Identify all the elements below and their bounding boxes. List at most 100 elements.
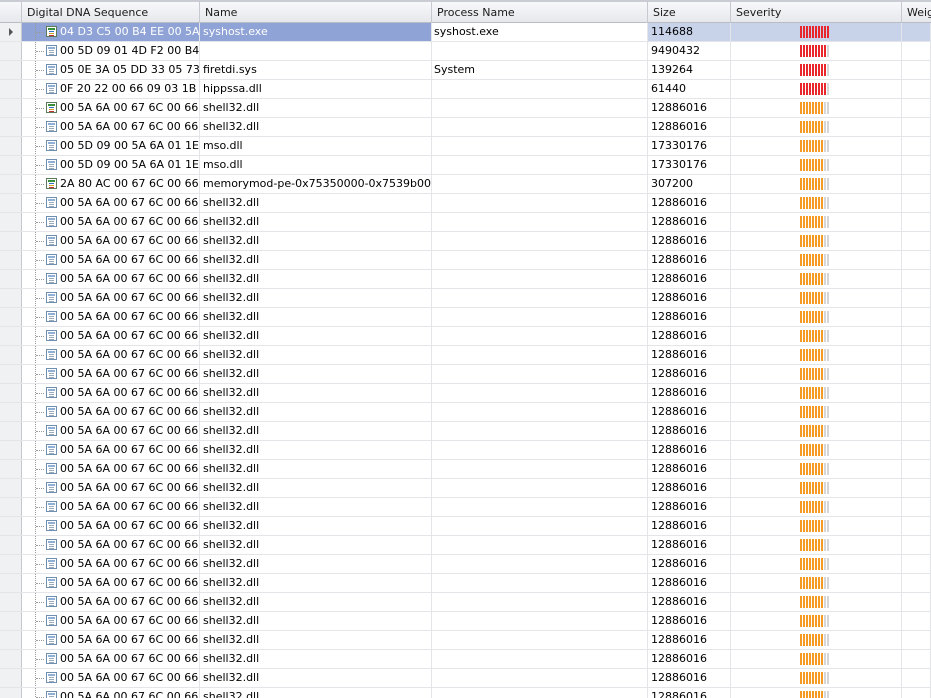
name-cell[interactable]: memorymod-pe-0x75350000-0x7539b000 <box>200 175 432 193</box>
size-cell[interactable]: 12886016 <box>648 688 731 698</box>
dna-sequence-cell[interactable]: 00 5A 6A 00 67 6C 00 66 ... <box>22 308 200 326</box>
table-row[interactable]: 00 5A 6A 00 67 6C 00 66 ... shell32.dll 12… <box>0 669 931 688</box>
name-cell[interactable]: shell32.dll <box>200 498 432 516</box>
dna-results-grid[interactable]: Digital DNA Sequence Name Process Name S… <box>0 0 931 698</box>
table-row[interactable]: 00 5A 6A 00 67 6C 00 66 ... shell32.dll 12… <box>0 118 931 137</box>
weight-cell[interactable] <box>902 251 931 269</box>
process-name-cell[interactable] <box>432 213 648 231</box>
severity-cell[interactable] <box>731 688 902 698</box>
size-cell[interactable]: 12886016 <box>648 289 731 307</box>
dna-sequence-cell[interactable]: 00 5A 6A 00 67 6C 00 66 ... <box>22 346 200 364</box>
dna-sequence-cell[interactable]: 00 5A 6A 00 67 6C 00 66 ... <box>22 403 200 421</box>
process-name-cell[interactable] <box>432 384 648 402</box>
row-indicator[interactable] <box>0 441 22 459</box>
table-row[interactable]: 00 5A 6A 00 67 6C 00 66 ... shell32.dll 12… <box>0 384 931 403</box>
dna-sequence-cell[interactable]: 00 5A 6A 00 67 6C 00 66 ... <box>22 118 200 136</box>
row-indicator[interactable] <box>0 213 22 231</box>
dna-sequence-cell[interactable]: 00 5A 6A 00 67 6C 00 66 ... <box>22 536 200 554</box>
table-row[interactable]: 00 5A 6A 00 67 6C 00 66 ... shell32.dll 12… <box>0 251 931 270</box>
dna-sequence-cell[interactable]: 04 D3 C5 00 B4 EE 00 5A ... <box>22 23 200 41</box>
row-indicator[interactable] <box>0 555 22 573</box>
dna-sequence-cell[interactable]: 00 5A 6A 00 67 6C 00 66 ... <box>22 631 200 649</box>
size-cell[interactable]: 12886016 <box>648 593 731 611</box>
weight-cell[interactable] <box>902 213 931 231</box>
severity-cell[interactable] <box>731 403 902 421</box>
weight-cell[interactable] <box>902 327 931 345</box>
size-cell[interactable]: 12886016 <box>648 574 731 592</box>
size-cell[interactable]: 12886016 <box>648 346 731 364</box>
size-cell[interactable]: 12886016 <box>648 517 731 535</box>
size-cell[interactable]: 12886016 <box>648 536 731 554</box>
row-indicator[interactable] <box>0 251 22 269</box>
header-dna-sequence[interactable]: Digital DNA Sequence <box>22 2 200 23</box>
weight-cell[interactable] <box>902 384 931 402</box>
table-row[interactable]: 00 5A 6A 00 67 6C 00 66 ... shell32.dll 12… <box>0 498 931 517</box>
weight-cell[interactable] <box>902 536 931 554</box>
process-name-cell[interactable]: syshost.exe <box>432 23 648 41</box>
table-row[interactable]: 00 5A 6A 00 67 6C 00 66 ... shell32.dll 12… <box>0 365 931 384</box>
dna-sequence-cell[interactable]: 00 5A 6A 00 67 6C 00 66 ... <box>22 555 200 573</box>
table-row[interactable]: 00 5D 09 00 5A 6A 01 1E ... mso.dll 173301… <box>0 156 931 175</box>
severity-cell[interactable] <box>731 23 902 41</box>
row-indicator[interactable] <box>0 118 22 136</box>
row-indicator[interactable] <box>0 384 22 402</box>
weight-cell[interactable] <box>902 61 931 79</box>
process-name-cell[interactable] <box>432 175 648 193</box>
name-cell[interactable]: shell32.dll <box>200 574 432 592</box>
process-name-cell[interactable] <box>432 308 648 326</box>
row-indicator[interactable] <box>0 612 22 630</box>
severity-cell[interactable] <box>731 612 902 630</box>
row-indicator[interactable] <box>0 99 22 117</box>
name-cell[interactable]: mso.dll <box>200 137 432 155</box>
name-cell[interactable]: shell32.dll <box>200 270 432 288</box>
dna-sequence-cell[interactable]: 0F 20 22 00 66 09 03 1B ... <box>22 80 200 98</box>
name-cell[interactable]: shell32.dll <box>200 194 432 212</box>
row-indicator[interactable] <box>0 460 22 478</box>
process-name-cell[interactable] <box>432 270 648 288</box>
row-indicator[interactable] <box>0 517 22 535</box>
weight-cell[interactable] <box>902 517 931 535</box>
process-name-cell[interactable] <box>432 574 648 592</box>
table-row[interactable]: 00 5A 6A 00 67 6C 00 66 ... shell32.dll 12… <box>0 403 931 422</box>
process-name-cell[interactable] <box>432 650 648 668</box>
weight-cell[interactable] <box>902 555 931 573</box>
process-name-cell[interactable] <box>432 441 648 459</box>
name-cell[interactable]: shell32.dll <box>200 118 432 136</box>
process-name-cell[interactable] <box>432 99 648 117</box>
weight-cell[interactable] <box>902 42 931 60</box>
name-cell[interactable]: shell32.dll <box>200 612 432 630</box>
table-row[interactable]: 00 5A 6A 00 67 6C 00 66 ... shell32.dll 12… <box>0 612 931 631</box>
size-cell[interactable]: 12886016 <box>648 384 731 402</box>
dna-sequence-cell[interactable]: 00 5A 6A 00 67 6C 00 66 ... <box>22 441 200 459</box>
row-indicator[interactable] <box>0 156 22 174</box>
weight-cell[interactable] <box>902 479 931 497</box>
row-indicator[interactable] <box>0 403 22 421</box>
table-row[interactable]: 00 5A 6A 00 67 6C 00 66 ... shell32.dll 12… <box>0 574 931 593</box>
name-cell[interactable]: shell32.dll <box>200 517 432 535</box>
name-cell[interactable]: shell32.dll <box>200 555 432 573</box>
severity-cell[interactable] <box>731 479 902 497</box>
dna-sequence-cell[interactable]: 05 0E 3A 05 DD 33 05 73 ... <box>22 61 200 79</box>
header-weight[interactable]: Weig <box>902 2 931 23</box>
weight-cell[interactable] <box>902 80 931 98</box>
severity-cell[interactable] <box>731 517 902 535</box>
dna-sequence-cell[interactable]: 00 5A 6A 00 67 6C 00 66 ... <box>22 327 200 345</box>
size-cell[interactable]: 12886016 <box>648 403 731 421</box>
severity-cell[interactable] <box>731 593 902 611</box>
size-cell[interactable]: 12886016 <box>648 194 731 212</box>
header-severity[interactable]: Severity <box>731 2 902 23</box>
name-cell[interactable]: mso.dll <box>200 156 432 174</box>
size-cell[interactable]: 12886016 <box>648 327 731 345</box>
row-indicator[interactable] <box>0 194 22 212</box>
severity-cell[interactable] <box>731 384 902 402</box>
dna-sequence-cell[interactable]: 00 5A 6A 00 67 6C 00 66 ... <box>22 270 200 288</box>
name-cell[interactable]: shell32.dll <box>200 479 432 497</box>
weight-cell[interactable] <box>902 403 931 421</box>
size-cell[interactable]: 61440 <box>648 80 731 98</box>
name-cell[interactable]: shell32.dll <box>200 289 432 307</box>
name-cell[interactable]: shell32.dll <box>200 422 432 440</box>
process-name-cell[interactable] <box>432 479 648 497</box>
dna-sequence-cell[interactable]: 00 5A 6A 00 67 6C 00 66 ... <box>22 232 200 250</box>
dna-sequence-cell[interactable]: 00 5A 6A 00 67 6C 00 66 ... <box>22 213 200 231</box>
row-indicator[interactable] <box>0 23 22 41</box>
